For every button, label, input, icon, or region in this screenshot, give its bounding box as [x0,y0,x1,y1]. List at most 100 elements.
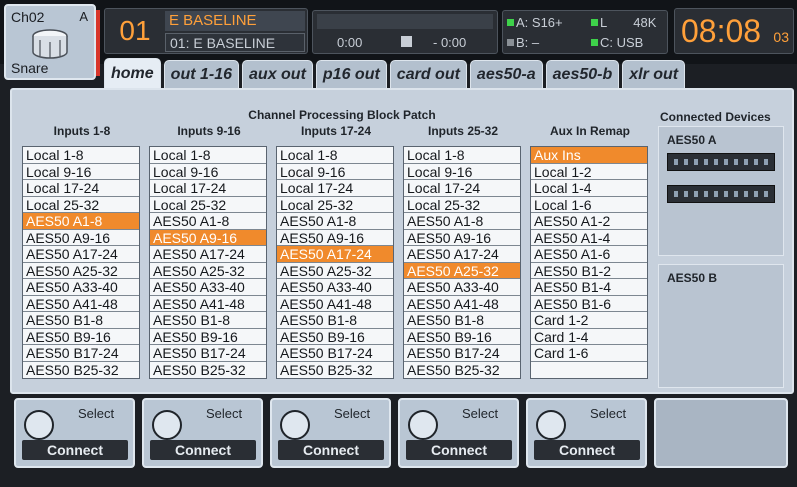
transport-display[interactable]: 0:00 - 0:00 [312,10,498,54]
list-item[interactable]: Local 9-16 [404,164,520,180]
list-item[interactable]: Local 1-8 [23,147,139,164]
list-item[interactable] [531,362,647,379]
list-item[interactable]: AES50 B25-32 [277,362,393,379]
list-item[interactable]: Card 1-4 [531,329,647,345]
list-inputs-17-24[interactable]: Local 1-8 Local 9-16 Local 17-24 Local 25-3… [276,146,394,379]
encoder-3[interactable]: Select Connect [270,398,391,468]
list-item[interactable]: AES50 A1-8 [404,213,520,230]
list-item[interactable]: AES50 A33-40 [150,279,266,296]
list-item[interactable]: AES50 B1-8 [277,312,393,329]
list-item[interactable]: AES50 B17-24 [404,345,520,362]
list-item[interactable]: AES50 B1-8 [23,312,139,329]
list-inputs-9-16[interactable]: Local 1-8 Local 9-16 Local 17-24 Local 25-3… [149,146,267,379]
list-item[interactable]: Card 1-2 [531,312,647,329]
list-item[interactable]: Local 9-16 [277,164,393,180]
connect-button-4[interactable]: Connect [406,440,512,460]
encoder-1[interactable]: Select Connect [14,398,135,468]
list-item[interactable]: AES50 A1-2 [531,213,647,230]
list-item[interactable]: AES50 B17-24 [277,345,393,362]
tab-aux-out[interactable]: aux out [242,60,313,88]
list-item[interactable]: Local 17-24 [150,180,266,197]
list-item[interactable]: Local 1-8 [277,147,393,164]
list-item[interactable]: Local 25-32 [23,197,139,213]
list-item[interactable]: Local 17-24 [404,180,520,197]
list-inputs-1-8[interactable]: Local 1-8 Local 9-16 Local 17-24 Local 25-3… [22,146,140,379]
list-item[interactable]: Local 1-8 [150,147,266,164]
list-item[interactable]: Local 1-8 [404,147,520,164]
list-item[interactable]: AES50 A9-16 [23,230,139,246]
list-item[interactable]: Local 25-32 [277,197,393,213]
list-item[interactable]: AES50 B1-6 [531,296,647,312]
list-item[interactable]: AES50 B9-16 [277,329,393,345]
encoder-4[interactable]: Select Connect [398,398,519,468]
io-status[interactable]: A: S16+ L 48K B: – C: USB [502,10,668,54]
list-item[interactable]: Local 9-16 [150,164,266,180]
list-item[interactable]: AES50 A9-16 [404,230,520,246]
list-item[interactable]: AES50 A1-6 [531,246,647,263]
list-item[interactable]: AES50 A9-16 [277,230,393,246]
connect-button-3[interactable]: Connect [278,440,384,460]
list-item[interactable]: Local 1-2 [531,164,647,180]
list-item[interactable]: AES50 B25-32 [150,362,266,379]
list-item[interactable]: AES50 B17-24 [23,345,139,362]
list-aux-in-remap[interactable]: Aux Ins Local 1-2 Local 1-4 Local 1-6 AES50 … [530,146,648,379]
list-item[interactable]: AES50 B25-32 [23,362,139,379]
encoder-knob-icon[interactable] [152,410,182,440]
list-item[interactable]: AES50 A25-32 [404,262,520,279]
list-item[interactable]: Local 25-32 [404,197,520,213]
tab-card-out[interactable]: card out [389,60,467,88]
list-item[interactable]: AES50 A33-40 [404,279,520,296]
list-item[interactable]: Local 25-32 [150,197,266,213]
tab-p16-out[interactable]: p16 out [315,60,387,88]
list-item[interactable]: Local 1-4 [531,180,647,197]
list-item[interactable]: AES50 A17-24 [150,246,266,263]
list-item[interactable]: AES50 A25-32 [277,263,393,279]
list-item[interactable]: AES50 A41-48 [23,296,139,312]
list-item[interactable]: AES50 B9-16 [23,329,139,345]
encoder-knob-icon[interactable] [280,410,310,440]
list-item[interactable]: AES50 A1-4 [531,230,647,246]
list-item[interactable]: AES50 A25-32 [23,263,139,279]
device-box-aes50-b[interactable]: AES50 B [658,264,784,388]
connect-button-5[interactable]: Connect [534,440,640,460]
list-item[interactable]: AES50 A17-24 [404,246,520,263]
encoder-2[interactable]: Select Connect [142,398,263,468]
encoder-knob-icon[interactable] [24,410,54,440]
channel-box[interactable]: Ch02 A Snare [4,4,96,80]
list-item[interactable]: AES50 B1-2 [531,263,647,279]
list-item[interactable]: AES50 A17-24 [23,246,139,263]
list-item[interactable]: Local 9-16 [23,164,139,180]
list-item[interactable]: AES50 A9-16 [150,229,266,246]
tab-out-1-16[interactable]: out 1-16 [163,60,240,88]
scene-display[interactable]: 01 E BASELINE 01: E BASELINE [104,8,308,54]
list-item[interactable]: AES50 B9-16 [150,329,266,345]
list-item[interactable]: AES50 B9-16 [404,329,520,345]
list-item[interactable]: AES50 A25-32 [150,263,266,279]
list-item[interactable]: AES50 B25-32 [404,362,520,379]
list-item[interactable]: AES50 B1-4 [531,279,647,296]
list-item[interactable]: AES50 A1-8 [150,213,266,230]
list-item[interactable]: AES50 B1-8 [150,312,266,329]
connect-button-1[interactable]: Connect [22,440,128,460]
tab-home[interactable]: home [104,58,161,90]
list-item[interactable]: AES50 A33-40 [277,279,393,296]
list-item[interactable]: AES50 A1-8 [277,213,393,230]
list-item[interactable]: Card 1-6 [531,345,647,362]
list-item[interactable]: AES50 A41-48 [404,296,520,312]
list-item[interactable]: Local 17-24 [277,180,393,197]
encoder-5[interactable]: Select Connect [526,398,647,468]
list-item[interactable]: Local 17-24 [23,180,139,197]
list-item[interactable]: Local 1-6 [531,197,647,213]
connect-button-2[interactable]: Connect [150,440,256,460]
list-item[interactable]: AES50 B17-24 [150,345,266,362]
list-item[interactable]: AES50 A17-24 [277,246,393,263]
list-item[interactable]: AES50 A41-48 [277,296,393,312]
tab-aes50-b[interactable]: aes50-b [545,60,620,88]
list-inputs-25-32[interactable]: Local 1-8 Local 9-16 Local 17-24 Local 25-3… [403,146,521,379]
list-item[interactable]: AES50 A33-40 [23,279,139,296]
tab-xlr-out[interactable]: xlr out [622,60,686,88]
list-item[interactable]: Aux Ins [531,147,647,164]
list-item[interactable]: AES50 A1-8 [23,213,139,230]
tab-aes50-a[interactable]: aes50-a [469,60,543,88]
encoder-knob-icon[interactable] [408,410,438,440]
